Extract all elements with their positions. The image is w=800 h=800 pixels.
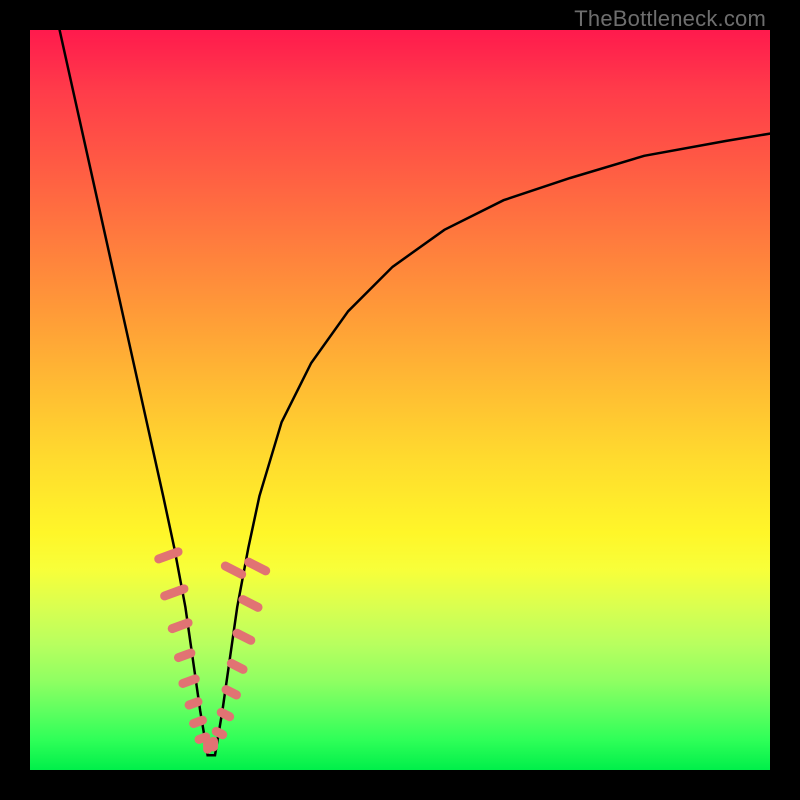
curve-marker [209, 737, 218, 752]
chart-frame: TheBottleneck.com [0, 0, 800, 800]
curve-marker [215, 706, 236, 722]
bottleneck-curve [60, 30, 770, 755]
watermark-text: TheBottleneck.com [574, 6, 766, 32]
marker-group [153, 546, 272, 754]
curve-marker [237, 594, 264, 614]
curve-marker [231, 627, 257, 646]
curve-group [60, 30, 770, 755]
curve-layer [30, 30, 770, 770]
curve-marker [188, 714, 208, 729]
curve-marker [243, 556, 272, 577]
curve-marker [153, 546, 184, 565]
plot-area [30, 30, 770, 770]
